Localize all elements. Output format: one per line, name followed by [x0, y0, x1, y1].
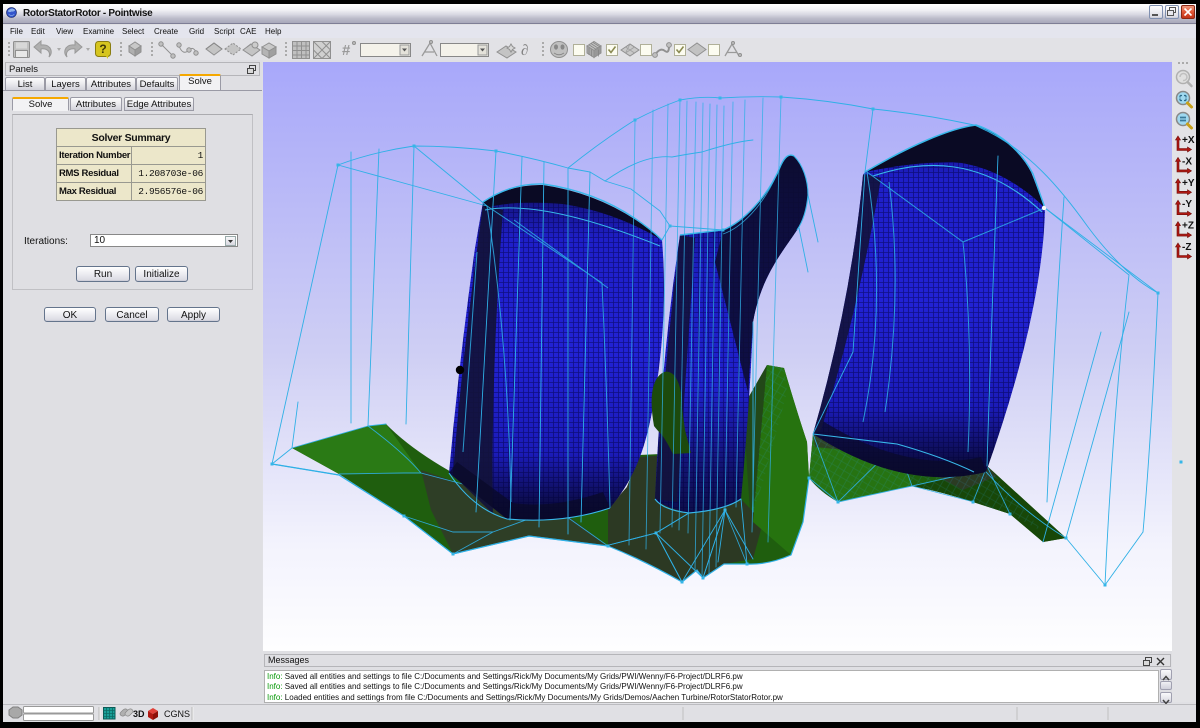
svg-text:+Z: +Z: [1182, 221, 1194, 232]
svg-text:#: #: [342, 42, 351, 59]
svg-text:3D: 3D: [133, 709, 145, 719]
svg-text:CGNS: CGNS: [164, 709, 190, 719]
svg-text:+X: +X: [1182, 135, 1195, 146]
svg-text:?: ?: [99, 42, 106, 56]
svg-text:∂: ∂: [521, 43, 528, 59]
svg-text:-Y: -Y: [1182, 199, 1192, 210]
svg-text:+Y: +Y: [1182, 178, 1195, 189]
svg-text:-Z: -Z: [1182, 242, 1191, 253]
svg-text:-X: -X: [1182, 156, 1192, 167]
